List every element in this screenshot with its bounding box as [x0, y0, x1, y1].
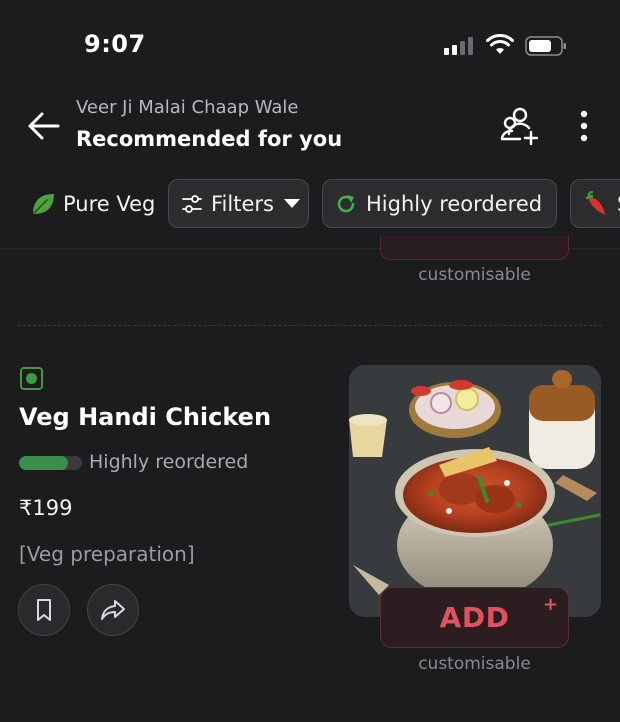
battery-icon — [525, 36, 566, 56]
page-title: Recommended for you — [76, 127, 343, 151]
item-price: ₹199 — [19, 496, 73, 520]
previous-add-button[interactable] — [380, 236, 569, 260]
food-image[interactable] — [349, 365, 601, 617]
reorder-meter-fill — [19, 456, 69, 470]
wifi-icon — [486, 34, 514, 54]
cellular-signal-icon — [444, 37, 476, 55]
reorder-meter — [19, 456, 82, 470]
item-description: [Veg preparation] — [19, 542, 195, 566]
refresh-icon — [337, 194, 355, 212]
status-time: 9:07 — [84, 30, 146, 58]
item-name: Veg Handi Chicken — [19, 403, 272, 431]
veg-indicator-icon — [20, 367, 43, 390]
add-plus-icon: + — [543, 594, 559, 615]
bookmark-icon — [37, 599, 51, 621]
filter-sliders-icon — [182, 194, 202, 213]
filters-dropdown[interactable]: Filters — [168, 179, 309, 228]
previous-customisable-label: customisable — [418, 265, 531, 285]
highly-reordered-label: Highly reordered — [366, 191, 543, 216]
pure-veg-filter[interactable]: Pure Veg — [22, 179, 155, 228]
leaf-icon — [33, 193, 54, 214]
highly-reordered-filter[interactable]: Highly reordered — [322, 179, 557, 228]
pure-veg-label: Pure Veg — [63, 191, 156, 216]
chili-icon — [585, 190, 605, 215]
spicy-filter[interactable]: S — [570, 179, 620, 228]
more-vertical-icon[interactable] — [570, 108, 598, 144]
reorder-label: Highly reordered — [89, 451, 249, 473]
restaurant-name[interactable]: Veer Ji Malai Chaap Wale — [76, 97, 298, 118]
item-divider — [18, 325, 602, 326]
add-button-label: ADD — [439, 601, 510, 634]
group-order-icon[interactable] — [500, 106, 540, 146]
share-icon — [101, 600, 125, 620]
filters-label: Filters — [211, 191, 274, 216]
caret-down-icon — [283, 198, 300, 208]
share-button[interactable] — [87, 584, 139, 636]
back-arrow-icon[interactable] — [26, 108, 62, 144]
bookmark-button[interactable] — [18, 584, 70, 636]
add-button[interactable]: ADD — [380, 587, 569, 648]
customisable-label: customisable — [418, 654, 531, 674]
